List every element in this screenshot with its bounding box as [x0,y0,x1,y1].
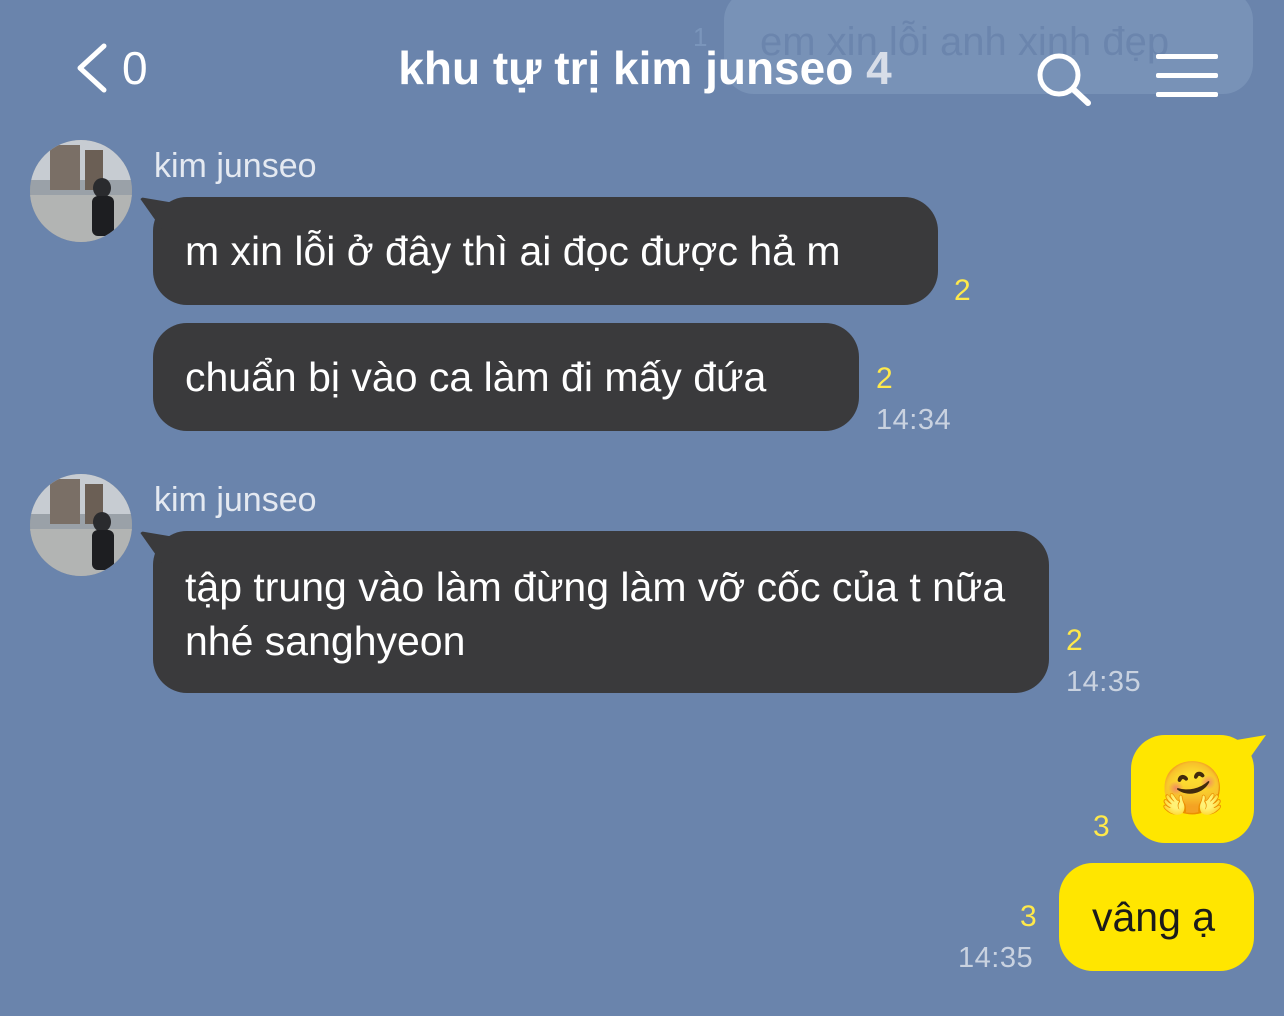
search-icon [1037,53,1091,106]
message-text: tập trung vào làm đừng làm vỡ cốc của t … [185,564,1006,664]
avatar-photo [30,140,132,242]
read-count: 2 [954,274,971,307]
incoming-message-bubble[interactable]: tập trung vào làm đừng làm vỡ cốc của t … [153,531,1049,693]
menu-button[interactable] [1156,54,1220,100]
hugging-face-emoji: 🤗 [1160,760,1225,818]
outgoing-message-bubble[interactable]: 🤗 [1131,735,1254,843]
menu-line [1156,92,1218,97]
avatar[interactable] [30,140,132,242]
outgoing-message-bubble[interactable]: vâng ạ [1059,863,1254,971]
read-count: 3 [1020,900,1037,933]
incoming-message-bubble[interactable]: m xin lỗi ở đây thì ai đọc được hả m [153,197,938,305]
menu-line [1156,73,1218,78]
message-text: vâng ạ [1092,894,1216,940]
read-count: 2 [876,362,893,395]
chevron-left-icon [77,43,107,93]
chat-title: khu tự trị kim junseo 4 [330,40,960,96]
message-time: 14:34 [876,404,952,436]
avatar[interactable] [30,474,132,576]
read-count: 2 [1066,624,1083,657]
avatar-photo [30,474,132,576]
search-button[interactable] [1034,50,1096,110]
hamburger-menu-icon [1156,54,1218,59]
back-button[interactable]: 0 [62,36,162,100]
unread-count: 0 [122,42,148,94]
sender-name: kim junseo [154,147,317,185]
member-count: 4 [866,42,892,94]
chat-title-text: khu tự trị kim junseo [398,42,854,94]
incoming-message-bubble[interactable]: chuẩn bị vào ca làm đi mấy đứa [153,323,859,431]
message-text: chuẩn bị vào ca làm đi mấy đứa [185,354,767,400]
read-count: 3 [1093,810,1110,843]
sender-name: kim junseo [154,481,317,519]
message-text: m xin lỗi ở đây thì ai đọc được hả m [185,228,841,274]
message-time: 14:35 [1066,666,1142,698]
message-time: 14:35 [958,942,1034,974]
